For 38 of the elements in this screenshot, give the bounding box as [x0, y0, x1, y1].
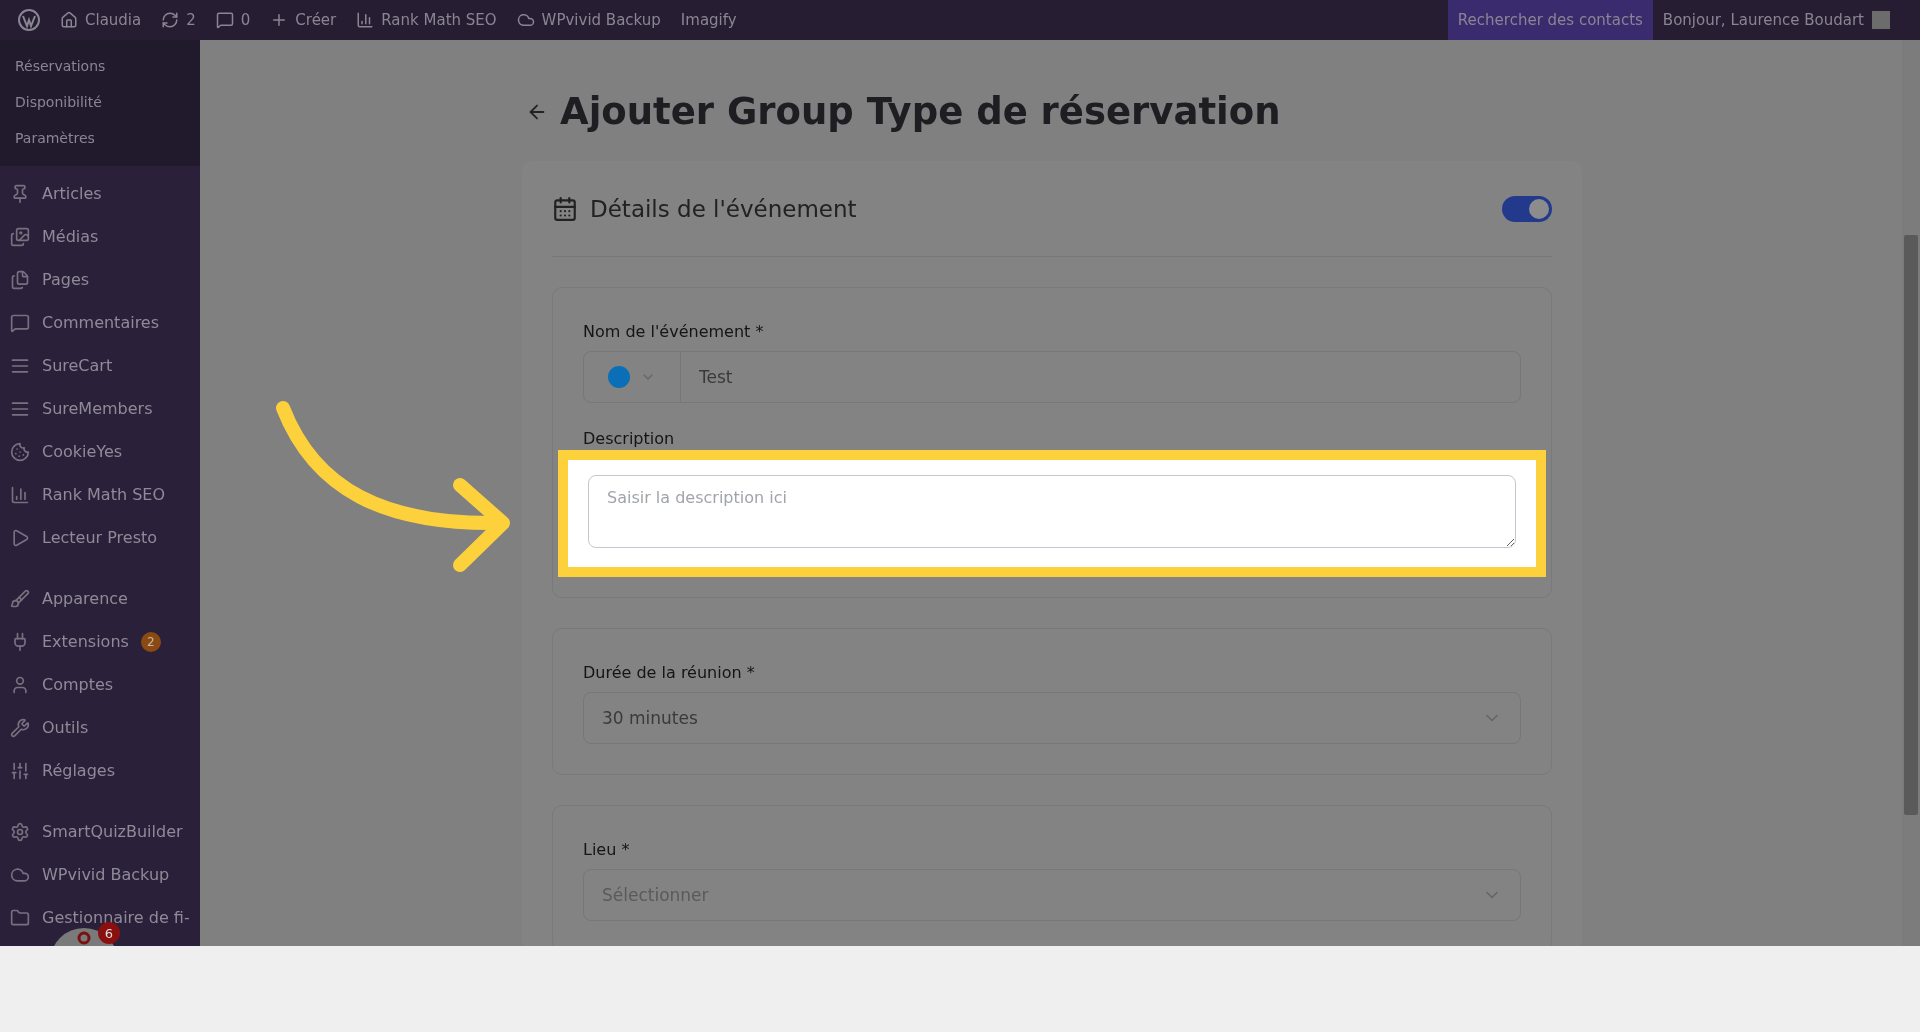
- sidebar-item[interactable]: Outils: [42, 718, 89, 737]
- field-label: Nom de l'événement *: [583, 322, 765, 341]
- sidebar-item[interactable]: Extensions: [42, 632, 129, 651]
- sidebar-item[interactable]: WPvivid Backup: [42, 865, 170, 884]
- field-label: Description: [583, 429, 676, 448]
- admin-bar-link[interactable]: 2: [186, 11, 196, 29]
- sidebar-item[interactable]: SmartQuizBuilder: [42, 822, 183, 841]
- sidebar-item[interactable]: Articles: [42, 184, 102, 203]
- sidebar-item[interactable]: Lecteur Presto: [42, 528, 158, 547]
- admin-bar-link[interactable]: 0: [240, 11, 251, 29]
- submenu-item[interactable]: Disponibilité: [0, 84, 200, 120]
- admin-bar-link[interactable]: Claudia: [85, 11, 142, 29]
- admin-bar-link[interactable]: Rank Math SEO: [381, 11, 497, 29]
- submenu-item[interactable]: Réservations: [0, 48, 200, 84]
- admin-bar-link[interactable]: Créer: [295, 11, 337, 29]
- section-title: Détails de l'événement: [590, 195, 857, 222]
- notification-badge: 6: [98, 922, 120, 944]
- admin-bar-link[interactable]: Imagify: [680, 11, 737, 29]
- sidebar-item[interactable]: Rank Math SEO: [42, 485, 166, 504]
- greeting-text[interactable]: Bonjour, Laurence Boudart: [1662, 11, 1864, 29]
- page-title: Ajouter Group Type de réservation: [560, 90, 1281, 133]
- select-field[interactable]: 30 minutes: [583, 692, 1521, 744]
- sidebar-item[interactable]: Commentaires: [42, 313, 160, 332]
- sidebar-item[interactable]: SureMembers: [42, 399, 153, 418]
- description-field[interactable]: Saisir la description ici: [588, 475, 1516, 548]
- sidebar-item[interactable]: SureCart: [42, 356, 113, 375]
- sidebar-item[interactable]: Comptes: [42, 675, 114, 694]
- field-label: Durée de la réunion *: [583, 663, 756, 682]
- submenu-item[interactable]: Paramètres: [0, 120, 200, 156]
- sidebar-item[interactable]: Pages: [42, 270, 90, 289]
- admin-bar-link[interactable]: WPvivid Backup: [541, 11, 661, 29]
- field-label: Lieu *: [583, 840, 631, 859]
- search-contacts-link[interactable]: Rechercher des contacts: [1447, 0, 1653, 40]
- count-badge: 2: [140, 631, 161, 652]
- sidebar-item[interactable]: CookieYes: [42, 442, 123, 461]
- sidebar-item[interactable]: Réglages: [42, 761, 115, 780]
- sidebar-item[interactable]: Apparence: [42, 589, 128, 608]
- sidebar-item[interactable]: Médias: [42, 227, 99, 246]
